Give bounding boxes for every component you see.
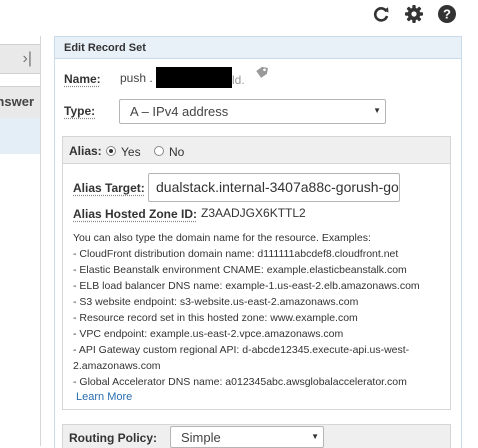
test-record-set-button[interactable]: Test Record Set answer	[0, 86, 40, 120]
type-select[interactable]: A – IPv4 address ▼	[119, 99, 386, 124]
help-line: - VPC endpoint: example.us-east-2.vpce.a…	[73, 328, 343, 340]
learn-more-link[interactable]: Learn More	[76, 391, 132, 403]
routing-policy-select[interactable]: Simple ▼	[170, 426, 324, 448]
panel-title: Edit Record Set	[64, 42, 146, 54]
selected-record-row[interactable]	[0, 118, 40, 154]
type-label: Type:	[64, 104, 95, 118]
hosted-zone-label: Alias Hosted Zone ID:	[73, 207, 197, 221]
alias-label: Alias:	[69, 144, 102, 158]
tag-icon[interactable]	[255, 66, 269, 83]
routing-policy-label: Routing Policy:	[69, 431, 157, 445]
redacted-name	[156, 67, 232, 88]
alias-yes-radio[interactable]	[106, 146, 116, 156]
name-suffix: ld.	[232, 73, 245, 87]
type-select-value: A – IPv4 address	[130, 104, 228, 119]
name-prefix: push .	[120, 71, 153, 85]
gear-icon[interactable]	[403, 3, 425, 25]
collapse-icon: ›|	[23, 50, 32, 68]
hosted-zone-value: Z3AADJGX6KTTL2	[201, 206, 306, 220]
chevron-down-icon: ▼	[311, 432, 319, 441]
help-line: 2.amazonaws.com	[73, 360, 161, 372]
help-line: - Resource record set in this hosted zon…	[73, 312, 358, 324]
help-line: - Elastic Beanstalk environment CNAME: e…	[73, 264, 407, 276]
name-label: Name:	[64, 72, 101, 86]
chevron-down-icon: ▼	[373, 106, 381, 115]
refresh-icon[interactable]	[370, 3, 392, 25]
panel-header: Edit Record Set	[55, 37, 461, 59]
help-line: - S3 website endpoint: s3-website.us-eas…	[73, 296, 358, 308]
help-line: - Global Accelerator DNS name: a012345ab…	[73, 376, 407, 388]
alias-no-radio[interactable]	[154, 146, 164, 156]
svg-text:?: ?	[443, 7, 451, 22]
help-line: - API Gateway custom regional API: d-abc…	[73, 344, 409, 356]
help-line: You can also type the domain name for th…	[73, 232, 371, 244]
collapse-sidebar-button[interactable]: ›|	[0, 44, 40, 74]
alias-target-label: Alias Target:	[73, 181, 145, 195]
routing-policy-value: Simple	[181, 430, 221, 445]
alias-target-input[interactable]: dualstack.internal-3407a88c-gorush-go	[148, 173, 400, 202]
help-line: - ELB load balancer DNS name: example-1.…	[73, 280, 420, 292]
help-line: - CloudFront distribution domain name: d…	[73, 248, 398, 260]
alias-yes-label[interactable]: Yes	[121, 145, 141, 159]
answer-button-label: Test Record Set answer	[0, 94, 34, 109]
alias-no-label[interactable]: No	[169, 145, 184, 159]
alias-target-value: dualstack.internal-3407a88c-gorush-go	[156, 179, 399, 195]
help-icon[interactable]: ?	[436, 3, 458, 25]
